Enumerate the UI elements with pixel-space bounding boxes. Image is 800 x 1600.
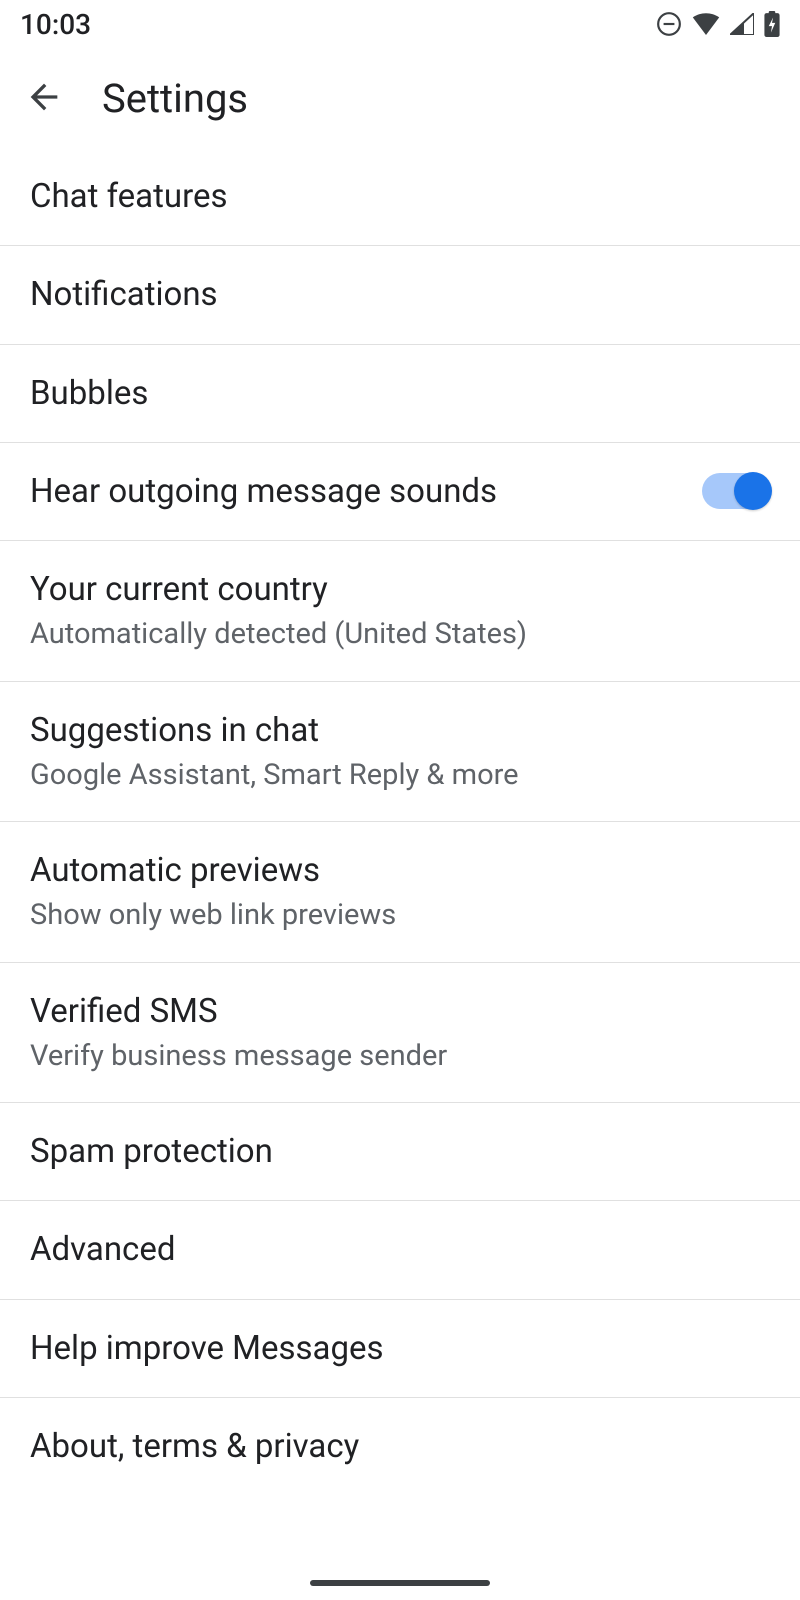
status-bar: 10:03	[0, 0, 800, 48]
row-suggestions-in-chat[interactable]: Suggestions in chat Google Assistant, Sm…	[0, 682, 800, 823]
row-title: Bubbles	[30, 373, 770, 414]
row-title: Your current country	[30, 569, 770, 610]
settings-list: Chat features Notifications Bubbles Hear…	[0, 148, 800, 1495]
hear-outgoing-sounds-toggle[interactable]	[702, 473, 770, 509]
row-subtitle: Google Assistant, Smart Reply & more	[30, 757, 770, 793]
row-title: Hear outgoing message sounds	[30, 471, 682, 512]
row-title: Spam protection	[30, 1131, 770, 1172]
row-spam-protection[interactable]: Spam protection	[0, 1103, 800, 1201]
row-title: Automatic previews	[30, 850, 770, 891]
row-about-terms-privacy[interactable]: About, terms & privacy	[0, 1398, 800, 1495]
cell-signal-icon	[730, 13, 754, 35]
row-current-country[interactable]: Your current country Automatically detec…	[0, 541, 800, 682]
row-title: Chat features	[30, 176, 770, 217]
battery-icon	[764, 11, 780, 37]
back-button[interactable]	[20, 74, 68, 122]
row-title: Suggestions in chat	[30, 710, 770, 751]
row-bubbles[interactable]: Bubbles	[0, 345, 800, 443]
row-advanced[interactable]: Advanced	[0, 1201, 800, 1299]
row-hear-outgoing-sounds[interactable]: Hear outgoing message sounds	[0, 443, 800, 541]
row-automatic-previews[interactable]: Automatic previews Show only web link pr…	[0, 822, 800, 963]
row-subtitle: Automatically detected (United States)	[30, 616, 770, 652]
arrow-left-icon	[24, 77, 64, 120]
row-title: Advanced	[30, 1229, 770, 1270]
row-notifications[interactable]: Notifications	[0, 246, 800, 344]
row-subtitle: Show only web link previews	[30, 897, 770, 933]
row-subtitle: Verify business message sender	[30, 1038, 770, 1074]
row-chat-features[interactable]: Chat features	[0, 148, 800, 246]
page-title: Settings	[102, 75, 248, 122]
row-title: Notifications	[30, 274, 770, 315]
row-help-improve-messages[interactable]: Help improve Messages	[0, 1300, 800, 1398]
row-title: Verified SMS	[30, 991, 770, 1032]
dnd-icon	[656, 11, 682, 37]
wifi-icon	[692, 13, 720, 35]
gesture-nav-bar[interactable]	[310, 1580, 490, 1586]
row-title: Help improve Messages	[30, 1328, 770, 1369]
app-bar: Settings	[0, 48, 800, 148]
row-title: About, terms & privacy	[30, 1426, 770, 1467]
row-verified-sms[interactable]: Verified SMS Verify business message sen…	[0, 963, 800, 1104]
status-time: 10:03	[20, 8, 91, 41]
